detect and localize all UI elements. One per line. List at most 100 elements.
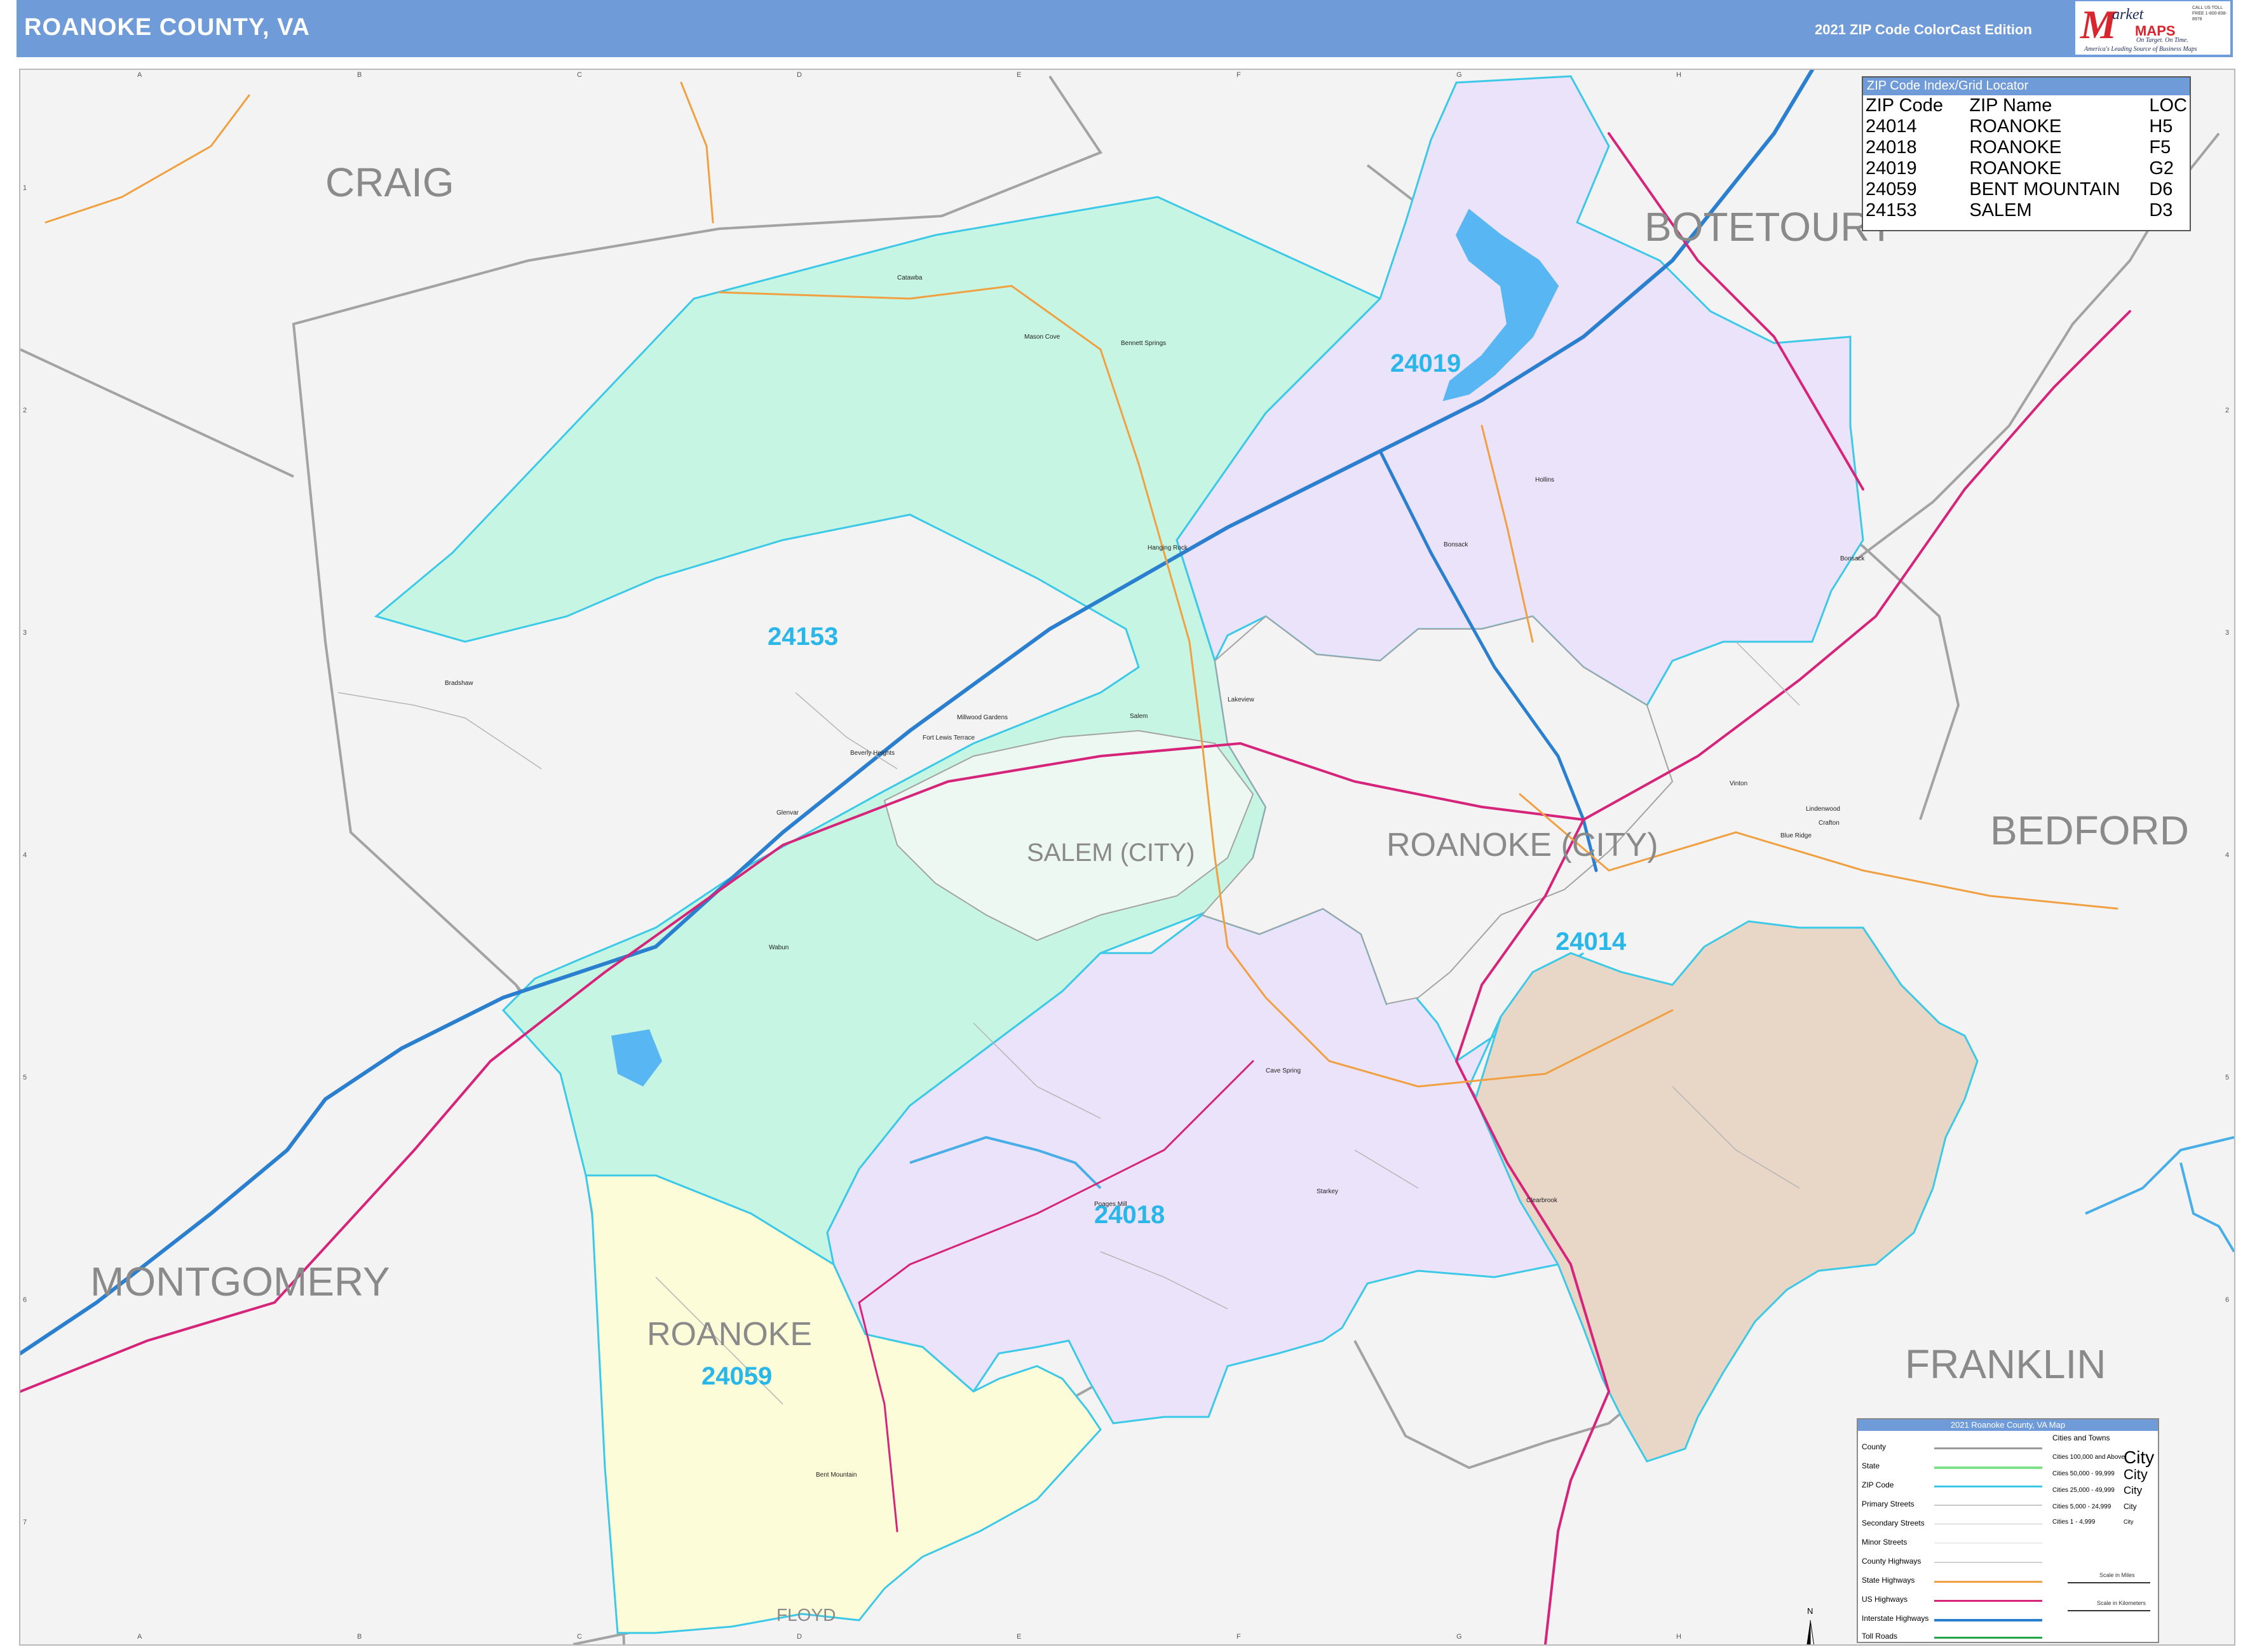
legend-city-class-3: Cities 25,000 - 49,999 (2052, 1487, 2115, 1494)
legend-city-sample-4: City (2124, 1502, 2137, 1511)
place-vinton: Vinton (1730, 780, 1748, 787)
grid-col-e-bottom: E (1017, 1633, 1022, 1641)
legend-swatch-toll (1934, 1637, 2042, 1639)
place-mcdonalds-mill: Bonsack (1444, 541, 1468, 548)
map-legend: 2021 Roanoke County, VA Map County State… (1857, 1418, 2159, 1643)
grid-row-2-right: 2 (2225, 407, 2230, 414)
legend-scale-bar-km (2068, 1610, 2150, 1611)
zip-index-header-loc: LOC (2149, 95, 2187, 116)
zip-index-header-row: ZIP Code ZIP Name LOC (1866, 95, 2190, 116)
zip-index-zip: 24014 (1866, 116, 1917, 137)
grid-col-g-bottom: G (1456, 1633, 1462, 1641)
logo-subtagline: America's Leading Source of Business Map… (2084, 46, 2197, 53)
place-cave-spring: Cave Spring (1266, 1067, 1301, 1074)
place-fort-lewis-terrace: Fort Lewis Terrace (923, 735, 975, 741)
place-bonsack: Bonsack (1840, 555, 1865, 562)
grid-col-c-bottom: C (577, 1633, 582, 1641)
place-mill-gardens: Millwood Gardens (957, 714, 1008, 721)
compass-icon (1806, 1620, 1815, 1644)
city-label-salem: SALEM (CITY) (1027, 839, 1195, 867)
legend-city-class-4: Cities 5,000 - 24,999 (2052, 1503, 2111, 1510)
grid-col-a-bottom: A (137, 1633, 142, 1641)
legend-item-primary-streets: Primary Streets (1862, 1500, 1915, 1508)
county-label-franklin: FRANKLIN (1905, 1341, 2106, 1387)
grid-col-d: D (797, 71, 802, 79)
zip-label-24059: 24059 (701, 1362, 773, 1390)
legend-item-state-highways: State Highways (1862, 1576, 1915, 1585)
zip-index-zip: 24018 (1866, 137, 1917, 158)
grid-row-4: 4 (23, 851, 27, 859)
grid-col-c: C (577, 71, 582, 79)
grid-col-f: F (1237, 71, 1241, 79)
place-mason-cove: Mason Cove (1024, 334, 1061, 341)
table-row: 24059 BENT MOUNTAIN D6 (1866, 179, 2190, 200)
grid-col-f-bottom: F (1237, 1633, 1241, 1641)
zip-label-24019: 24019 (1390, 349, 1461, 377)
legend-item-zip: ZIP Code (1862, 1480, 1894, 1489)
legend-item-minor-streets: Minor Streets (1862, 1538, 1908, 1547)
zip-index-header-name: ZIP Name (1969, 95, 2052, 116)
legend-swatch-primary (1934, 1505, 2042, 1506)
zip-index-name: SALEM (1969, 200, 2032, 220)
zip-index-name: ROANOKE (1969, 158, 2062, 179)
legend-item-toll-roads: Toll Roads (1862, 1632, 1898, 1641)
city-label-roanoke: ROANOKE (CITY) (1386, 827, 1658, 863)
legend-swatch-state-hwy (1934, 1581, 2042, 1583)
legend-item-secondary-streets: Secondary Streets (1862, 1519, 1925, 1527)
place-starkey: Starkey (1317, 1188, 1338, 1195)
grid-col-a: A (137, 71, 142, 79)
legend-swatch-county (1934, 1447, 2042, 1449)
county-label-craig: CRAIG (325, 159, 454, 205)
zip-index-header-zip: ZIP Code (1866, 95, 1943, 116)
grid-col-g: G (1456, 71, 1462, 79)
compass-n: N (1807, 1606, 1813, 1616)
legend-item-state: State (1862, 1461, 1880, 1470)
grid-row-6-right: 6 (2225, 1296, 2230, 1304)
compass-rose: N S E W (1763, 1606, 1858, 1644)
zip-index-loc: G2 (2149, 158, 2174, 179)
county-label-botetourt: BOTETOURT (1644, 204, 1894, 250)
map-title: ROANOKE COUNTY, VA (24, 14, 311, 41)
grid-col-h-bottom: H (1676, 1633, 1681, 1641)
grid-row-7: 7 (23, 1519, 27, 1526)
place-bennett-springs: Bennett Springs (1121, 340, 1167, 347)
zip-index-zip: 24153 (1866, 200, 1917, 220)
county-label-roanoke: ROANOKE (647, 1316, 813, 1353)
zip-index-table: ZIP Code ZIP Name LOC 24014 ROANOKE H5 2… (1866, 95, 2190, 221)
legend-swatch-zip (1934, 1486, 2042, 1487)
zip-area-24014 (1474, 920, 1979, 1463)
legend-city-sample-5: City (2124, 1519, 2134, 1525)
grid-col-h: H (1676, 71, 1681, 79)
zip-index-name: ROANOKE (1969, 137, 2062, 158)
table-row: 24014 ROANOKE H5 (1866, 116, 2190, 137)
logo-tagline: On Target. On Time. (2136, 37, 2188, 44)
place-bradshaw: Bradshaw (445, 680, 473, 687)
market-maps-logo: M arket MAPS On Target. On Time. America… (2075, 1, 2230, 55)
legend-city-class-1: Cities 100,000 and Above (2052, 1454, 2125, 1461)
grid-row-5: 5 (23, 1074, 27, 1081)
legend-scale-bar-miles (2068, 1582, 2150, 1583)
legend-title: 2021 Roanoke County, VA Map (1858, 1419, 2158, 1431)
place-hanging-rock: Hanging Rock (1148, 545, 1188, 552)
grid-row-4-right: 4 (2225, 851, 2230, 859)
legend-swatch-interstate (1934, 1619, 2042, 1622)
legend-swatch-state (1934, 1466, 2042, 1469)
place-salem: Salem (1130, 713, 1148, 720)
grid-row-1: 1 (23, 184, 27, 192)
place-glenvar: Glenvar (776, 809, 799, 816)
grid-col-b: B (357, 71, 362, 79)
legend-swatch-county-hwy (1934, 1562, 2042, 1563)
map-canvas[interactable]: A B C D E F G H A B C D E F G H I J 1 2 … (19, 69, 2235, 1646)
zip-index-zip: 24019 (1866, 158, 1917, 179)
map-edition: 2021 ZIP Code ColorCast Edition (1815, 22, 2032, 37)
place-crafton: Crafton (1819, 820, 1840, 827)
map-header: ROANOKE COUNTY, VA 2021 ZIP Code ColorCa… (17, 0, 2233, 57)
logo-m: M (2080, 2, 2117, 47)
legend-city-sample-2: City (2124, 1466, 2148, 1482)
legend-city-class-2: Cities 50,000 - 99,999 (2052, 1470, 2115, 1477)
table-row: 24019 ROANOKE G2 (1866, 158, 2190, 179)
county-label-montgomery: MONTGOMERY (90, 1259, 390, 1304)
legend-item-us-highways: US Highways (1862, 1595, 1908, 1604)
table-row: 24018 ROANOKE F5 (1866, 137, 2190, 158)
legend-item-county-highways: County Highways (1862, 1557, 1921, 1566)
